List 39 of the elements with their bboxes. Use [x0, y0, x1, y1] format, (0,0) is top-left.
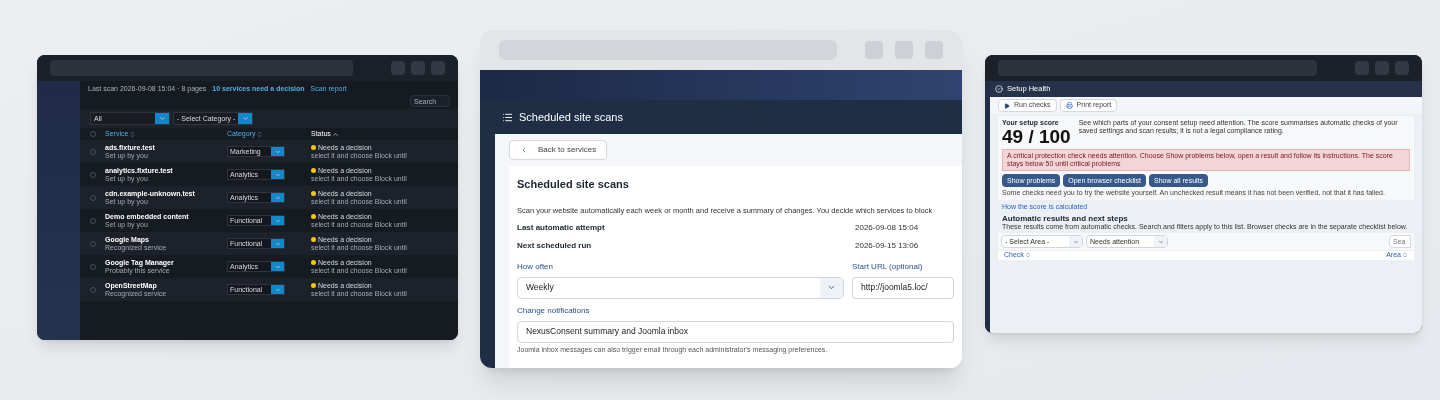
chevron-down-icon: [274, 171, 281, 178]
chevron-down-icon: [1072, 238, 1079, 245]
play-icon: [1004, 102, 1010, 109]
chevron-left-icon: [520, 146, 528, 154]
fact-label: Next scheduled run: [517, 239, 593, 252]
window-control[interactable]: [411, 61, 425, 75]
field-label: Start URL (optional): [852, 260, 924, 273]
chevron-down-icon: [158, 115, 166, 123]
window-control[interactable]: [1355, 61, 1369, 75]
page-title: Scheduled site scans: [519, 109, 623, 125]
input-field[interactable]: NexusConsent summary and Joomla inbox: [517, 320, 954, 343]
chevron-down-icon: [274, 263, 281, 270]
chevron-down-icon: [241, 115, 249, 123]
input-field[interactable]: Weekly: [517, 276, 844, 299]
fact-value: 2026-09-08 15:04: [855, 221, 919, 234]
chevron-down-icon: [274, 240, 281, 247]
chevron-down-icon: [274, 217, 281, 224]
field-label: How often: [517, 260, 555, 273]
field-label: Change notifications: [517, 304, 591, 317]
chevron-down-icon: [1157, 238, 1164, 245]
sort-icon: [1402, 252, 1408, 259]
card-heading: Scheduled site scans: [517, 177, 630, 192]
window-control[interactable]: [1375, 61, 1389, 75]
back-button[interactable]: Back to services: [509, 140, 608, 160]
check-circle-icon: [995, 85, 1003, 93]
section-title: Automatic results and next steps: [1002, 214, 1129, 224]
input-field[interactable]: http://joomla5.loc/: [852, 276, 954, 299]
window-control[interactable]: [1395, 61, 1409, 75]
window-control[interactable]: [391, 61, 405, 75]
window-control[interactable]: [431, 61, 445, 75]
chevron-down-icon: [274, 148, 281, 155]
chevron-down-icon: [274, 286, 281, 293]
sort-icon: [1024, 252, 1031, 259]
printer-icon: [1065, 102, 1073, 109]
score-value: 49 / 100: [1002, 127, 1071, 147]
fact-value: 2026-09-15 13:06: [855, 239, 919, 252]
chevron-down-icon: [274, 194, 281, 201]
list-icon: [502, 111, 513, 123]
fact-label: Last automatic attempt: [517, 221, 606, 234]
